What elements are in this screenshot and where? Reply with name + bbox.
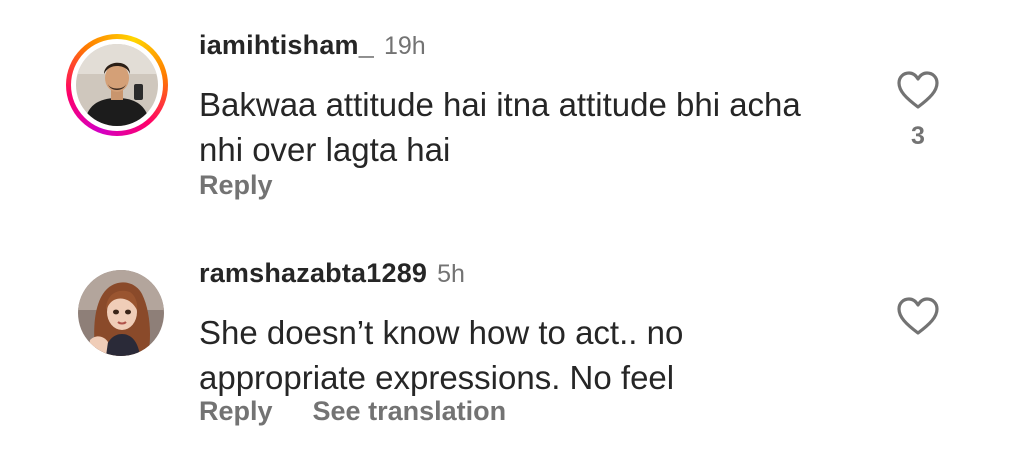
username[interactable]: iamihtisham_ [199,30,374,61]
avatar-with-story-ring[interactable] [66,34,168,136]
like-column [896,296,940,336]
heart-outline-icon[interactable] [896,70,940,110]
username[interactable]: ramshazabta1289 [199,258,427,289]
comment-text: She doesn’t know how to act.. no appropr… [199,314,684,396]
like-column: 3 [896,70,940,151]
timestamp: 5h [437,260,465,288]
comment-actions: Reply [199,170,273,201]
like-count: 3 [911,122,925,150]
reply-button[interactable]: Reply [199,170,273,201]
avatar-wrapper[interactable] [74,266,168,360]
see-translation-button[interactable]: See translation [313,396,507,427]
avatar[interactable] [76,44,158,126]
comment-header: iamihtisham_ 19h [199,30,426,70]
avatar-image [78,270,164,356]
heart-outline-icon[interactable] [896,296,940,336]
avatar-image [76,44,158,126]
avatar[interactable] [78,270,164,356]
comment-actions: Reply See translation [199,396,506,427]
reply-button[interactable]: Reply [199,396,273,427]
timestamp: 19h [383,32,426,60]
comment-header: ramshazabta1289 5h [199,258,465,298]
comment-text: Bakwaa attitude hai itna attitude bhi ac… [199,86,801,168]
